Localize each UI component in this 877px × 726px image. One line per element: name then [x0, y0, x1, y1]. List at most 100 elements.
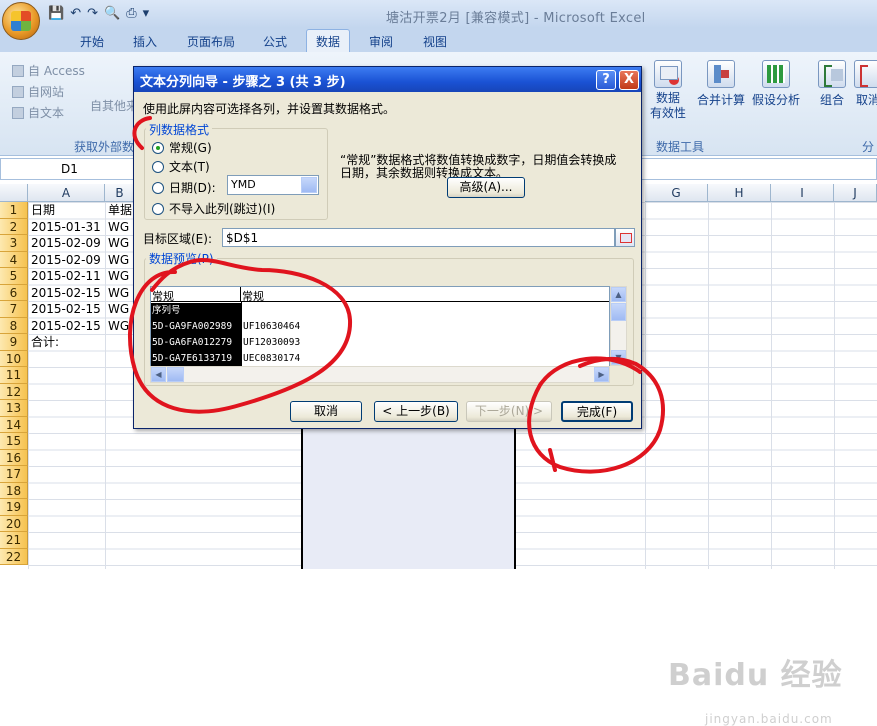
close-button[interactable]: X: [619, 70, 639, 90]
from-access-button[interactable]: 自 Access: [12, 62, 85, 79]
group-button[interactable]: 组合: [816, 60, 848, 108]
column-header-i[interactable]: I: [771, 184, 834, 202]
select-all-corner[interactable]: [0, 184, 28, 202]
office-button[interactable]: [2, 2, 40, 40]
cell-b[interactable]: WG: [108, 219, 134, 235]
undo-icon[interactable]: ↶: [70, 6, 81, 21]
cell-a[interactable]: 2015-02-15: [31, 301, 105, 317]
scroll-up-icon[interactable]: ▲: [611, 287, 626, 302]
row-header[interactable]: 20: [0, 515, 28, 532]
row-header[interactable]: 11: [0, 367, 28, 384]
cell-a[interactable]: 2015-02-09: [31, 235, 105, 251]
row-header[interactable]: 8: [0, 317, 28, 334]
save-icon[interactable]: 💾: [48, 6, 64, 21]
column-header-j[interactable]: J: [834, 184, 877, 202]
preview-cell: 5D-GA9FA002989: [151, 319, 241, 335]
cell-a[interactable]: 合计:: [31, 334, 105, 350]
web-icon: [12, 85, 24, 98]
row-header[interactable]: 22: [0, 548, 28, 565]
cell-b[interactable]: WG: [108, 252, 134, 268]
tab-page-layout[interactable]: 页面布局: [187, 33, 235, 50]
row-header[interactable]: 15: [0, 433, 28, 450]
cell-a[interactable]: 2015-02-15: [31, 318, 105, 334]
other-sources-button[interactable]: 自其他来: [90, 97, 138, 114]
consolidate-icon: [707, 60, 735, 88]
customize-qat-icon[interactable]: ▾: [143, 6, 150, 21]
consolidate-button[interactable]: 合并计算: [696, 60, 746, 108]
row-header[interactable]: 21: [0, 532, 28, 549]
range-picker-icon[interactable]: [615, 228, 635, 247]
cell-b[interactable]: WG: [108, 318, 134, 334]
from-web-button[interactable]: 自网站: [12, 83, 64, 100]
advanced-button[interactable]: 高级(A)...: [447, 177, 525, 198]
cell-a[interactable]: 2015-02-09: [31, 252, 105, 268]
cell-a[interactable]: 2015-01-31: [31, 219, 105, 235]
scroll-left-icon[interactable]: ◀: [151, 367, 166, 382]
tab-formulas[interactable]: 公式: [263, 33, 287, 50]
tab-data[interactable]: 数据: [306, 29, 351, 52]
help-button[interactable]: ?: [596, 70, 616, 90]
from-text-button[interactable]: 自文本: [12, 104, 64, 121]
preview-column-header[interactable]: 常规: [151, 287, 241, 303]
radio-general[interactable]: 常规(G): [152, 139, 212, 156]
row-header[interactable]: 3: [0, 235, 28, 252]
watermark-brand: Baidu 经验: [668, 658, 843, 693]
row-header[interactable]: 13: [0, 400, 28, 417]
row-header[interactable]: 1: [0, 202, 28, 219]
column-header-h[interactable]: H: [708, 184, 771, 202]
cell-b[interactable]: WG: [108, 285, 134, 301]
cell-b[interactable]: WG: [108, 301, 134, 317]
column-header-g[interactable]: G: [645, 184, 708, 202]
row-header[interactable]: 12: [0, 383, 28, 400]
cell-b[interactable]: 单据: [108, 202, 134, 218]
tab-view[interactable]: 视图: [423, 33, 447, 50]
row-header[interactable]: 9: [0, 334, 28, 351]
cell-a[interactable]: 2015-02-15: [31, 285, 105, 301]
tab-insert[interactable]: 插入: [133, 33, 157, 50]
row-header[interactable]: 4: [0, 251, 28, 268]
scroll-down-icon[interactable]: ▼: [611, 350, 626, 365]
cell-b[interactable]: WG: [108, 268, 134, 284]
cell-b[interactable]: WG: [108, 235, 134, 251]
row-header[interactable]: 16: [0, 449, 28, 466]
redo-icon[interactable]: ↷: [87, 6, 98, 21]
row-header[interactable]: 6: [0, 284, 28, 301]
print-preview-icon[interactable]: 🔍: [104, 6, 120, 21]
cell-a[interactable]: 2015-02-11: [31, 268, 105, 284]
column-header-a[interactable]: A: [28, 184, 105, 202]
row-header[interactable]: 10: [0, 350, 28, 367]
finish-button[interactable]: 完成(F): [561, 401, 633, 422]
scroll-thumb[interactable]: [167, 367, 184, 382]
radio-text[interactable]: 文本(T): [152, 158, 210, 175]
scroll-right-icon[interactable]: ▶: [594, 367, 609, 382]
cell-a[interactable]: 日期: [31, 202, 105, 218]
preview-vertical-scrollbar[interactable]: ▲ ▼: [610, 286, 627, 366]
row-header[interactable]: 5: [0, 268, 28, 285]
column-header-b[interactable]: B: [105, 184, 135, 202]
name-box[interactable]: D1: [0, 158, 140, 180]
row-header[interactable]: 18: [0, 482, 28, 499]
scroll-thumb[interactable]: [611, 303, 626, 321]
row-header[interactable]: 17: [0, 466, 28, 483]
radio-date[interactable]: 日期(D):: [152, 179, 216, 196]
cancel-button[interactable]: 取消: [290, 401, 362, 422]
dialog-title: 文本分列向导 - 步骤之 3 (共 3 步): [134, 67, 641, 92]
radio-skip-column[interactable]: 不导入此列(跳过)(I): [152, 200, 275, 217]
what-if-analysis-button[interactable]: 假设分析: [750, 60, 802, 108]
row-header[interactable]: 14: [0, 416, 28, 433]
back-button[interactable]: < 上一步(B): [374, 401, 458, 422]
row-header[interactable]: 7: [0, 301, 28, 318]
ungroup-icon: [854, 60, 877, 88]
group-label-data-tools: 数据工具: [656, 140, 705, 154]
tab-review[interactable]: 审阅: [369, 33, 393, 50]
data-validation-button[interactable]: 数据 有效性: [648, 60, 688, 121]
print-icon[interactable]: ⎙: [126, 6, 136, 21]
preview-column-header[interactable]: 常规: [241, 287, 609, 303]
tab-home[interactable]: 开始: [80, 33, 104, 50]
date-format-select[interactable]: YMD: [227, 175, 319, 195]
ungroup-button[interactable]: 取消: [852, 60, 877, 108]
row-header[interactable]: 19: [0, 499, 28, 516]
preview-horizontal-scrollbar[interactable]: ◀ ▶: [150, 366, 610, 383]
destination-input[interactable]: $D$1: [222, 228, 615, 247]
row-header[interactable]: 2: [0, 218, 28, 235]
